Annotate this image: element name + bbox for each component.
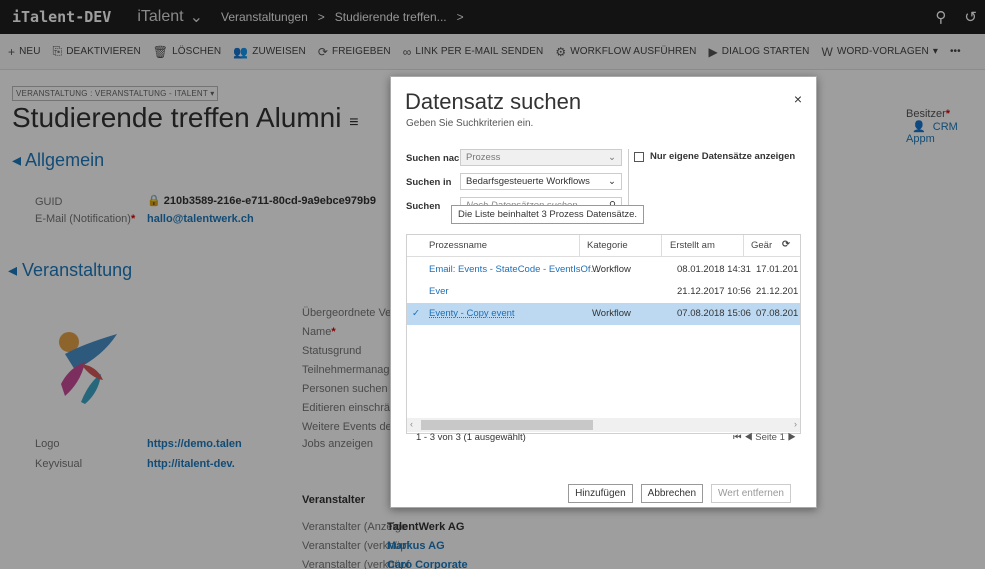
search-by-label: Suchen nach — [406, 153, 466, 164]
column-header-created[interactable]: Erstellt am — [670, 240, 715, 251]
pager[interactable]: ⏮ ◀ Seite 1 ▶ — [733, 432, 796, 443]
search-label: Suchen — [406, 201, 441, 212]
column-header-modified[interactable]: Geär — [751, 240, 772, 251]
checkbox-box[interactable] — [634, 151, 644, 162]
search-in-label: Suchen in — [406, 177, 452, 188]
search-in-value: Bedarfsgesteuerte Workflows — [466, 176, 590, 187]
row-created: 07.08.2018 15:06 — [677, 308, 751, 319]
grid-footer: 1 - 3 von 3 (1 ausgewählt) ⏮ ◀ Seite 1 ▶ — [416, 432, 796, 443]
lookup-dialog: Datensatz suchen Geben Sie Suchkriterien… — [390, 76, 817, 508]
record-count: 1 - 3 von 3 (1 ausgewählt) — [416, 432, 526, 443]
chevron-down-icon: ⌄ — [608, 152, 616, 163]
row-name[interactable]: Eventy - Copy event — [429, 308, 515, 319]
close-icon[interactable]: × — [794, 91, 802, 107]
dialog-subtitle: Geben Sie Suchkriterien ein. — [406, 118, 534, 129]
search-by-value: Prozess — [466, 152, 501, 163]
row-modified: 17.01.201 — [756, 264, 799, 275]
scrollbar-thumb[interactable] — [421, 420, 593, 430]
column-divider — [661, 235, 662, 257]
check-icon[interactable]: ✓ — [412, 308, 420, 319]
row-category: Workflow — [592, 308, 631, 319]
tooltip: Die Liste beinhaltet 3 Prozess Datensätz… — [451, 205, 645, 224]
row-name[interactable]: Email: Events - StateCode - EventIsOf... — [429, 264, 598, 275]
table-row-selected[interactable]: ✓ Eventy - Copy event Workflow 07.08.201… — [407, 303, 800, 325]
cancel-button[interactable]: Abbrechen — [640, 484, 704, 503]
row-modified: 21.12.201 — [756, 286, 799, 297]
own-records-checkbox[interactable]: Nur eigene Datensätze anzeigen — [634, 151, 795, 162]
chevron-down-icon: ⌄ — [608, 176, 616, 187]
grid-header: Prozessname Kategorie Erstellt am Geär ⟳ — [407, 235, 800, 257]
own-records-label: Nur eigene Datensätze anzeigen — [650, 151, 796, 162]
scroll-left-icon[interactable]: ‹ — [410, 419, 413, 429]
dialog-buttons: Hinzufügen Abbrechen Wert entfernen — [568, 484, 791, 503]
remove-value-button[interactable]: Wert entfernen — [711, 484, 791, 503]
column-header-name[interactable]: Prozessname — [429, 240, 487, 251]
refresh-icon[interactable]: ⟳ — [782, 239, 790, 250]
column-divider — [743, 235, 744, 257]
results-grid: Prozessname Kategorie Erstellt am Geär ⟳… — [406, 234, 801, 434]
row-name[interactable]: Ever — [429, 286, 449, 297]
search-by-select[interactable]: Prozess ⌄ — [460, 149, 622, 166]
search-in-select[interactable]: Bedarfsgesteuerte Workflows ⌄ — [460, 173, 622, 190]
row-modified: 07.08.201 — [756, 308, 799, 319]
column-header-category[interactable]: Kategorie — [587, 240, 628, 251]
row-created: 21.12.2017 10:56 — [677, 286, 751, 297]
row-created: 08.01.2018 14:31 — [677, 264, 751, 275]
column-divider — [579, 235, 580, 257]
add-button[interactable]: Hinzufügen — [568, 484, 633, 503]
table-row[interactable]: Ever 21.12.2017 10:56 21.12.201 — [407, 281, 800, 303]
scroll-right-icon[interactable]: › — [794, 419, 797, 429]
row-category: Workflow — [592, 264, 631, 275]
dialog-title: Datensatz suchen — [405, 89, 582, 114]
horizontal-scrollbar[interactable]: ‹ › — [407, 418, 800, 432]
table-row[interactable]: Email: Events - StateCode - EventIsOf...… — [407, 259, 800, 281]
